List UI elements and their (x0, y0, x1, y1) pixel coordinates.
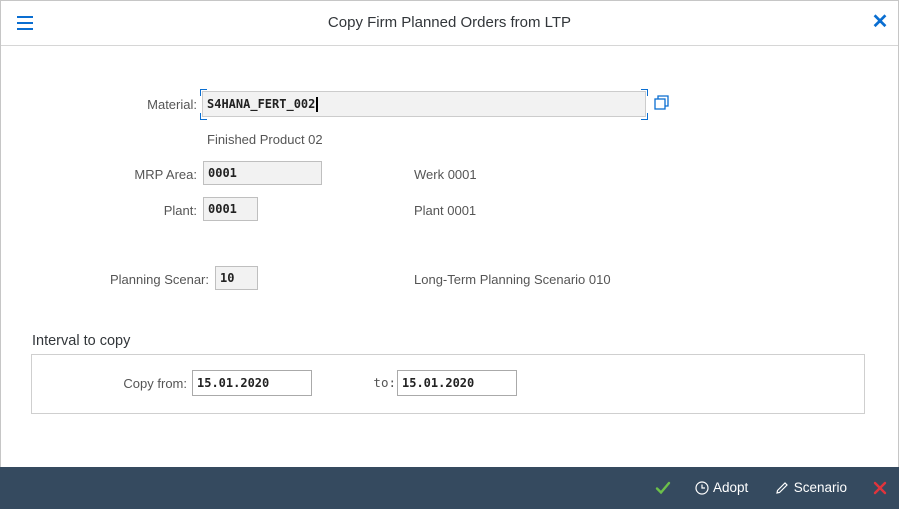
dialog-titlebar: Copy Firm Planned Orders from LTP ✕ (1, 1, 898, 46)
copy-from-input[interactable]: 15.01.2020 (192, 370, 312, 396)
planning-scenario-label: Planning Scenar: (109, 272, 209, 287)
planning-scenario-field[interactable]: 10 (215, 266, 258, 290)
text-cursor (316, 97, 318, 112)
copy-from-label: Copy from: (123, 376, 187, 391)
plant-field[interactable]: 0001 (203, 197, 258, 221)
plant-description: Plant 0001 (414, 203, 477, 218)
plant-label: Plant: (163, 203, 197, 218)
mrp-area-description: Werk 0001 (414, 167, 477, 182)
focus-bracket-top-right (641, 89, 648, 96)
clock-icon (695, 481, 709, 496)
footer-toolbar: Adopt Scenario (0, 467, 899, 509)
close-icon[interactable]: ✕ (868, 10, 892, 34)
scenario-button[interactable]: Scenario (774, 477, 847, 499)
mrp-area-field[interactable]: 0001 (203, 161, 322, 185)
material-input[interactable]: S4HANA_FERT_002 (202, 91, 646, 117)
material-label: Material: (147, 97, 197, 112)
checkmark-icon (655, 482, 671, 495)
dialog-window: Copy Firm Planned Orders from LTP ✕ Mate… (0, 0, 899, 509)
mrp-area-label: MRP Area: (134, 167, 197, 182)
value-help-icon[interactable] (652, 93, 672, 113)
planning-scenario-description: Long-Term Planning Scenario 010 (414, 272, 611, 287)
pencil-icon (776, 482, 788, 495)
adopt-button-label: Adopt (713, 480, 749, 495)
to-label: to: (373, 375, 396, 390)
to-input[interactable]: 15.01.2020 (397, 370, 517, 396)
scenario-button-label: Scenario (793, 480, 848, 495)
adopt-button[interactable]: Adopt (694, 477, 748, 499)
cancel-icon (873, 482, 887, 495)
material-value: S4HANA_FERT_002 (207, 97, 316, 111)
dialog-title: Copy Firm Planned Orders from LTP (327, 14, 572, 31)
cancel-button[interactable] (872, 477, 888, 499)
focus-bracket-top-left (200, 89, 207, 96)
interval-section-title: Interval to copy (32, 333, 131, 349)
confirm-button[interactable] (654, 477, 672, 499)
material-description: Finished Product 02 (207, 132, 323, 147)
focus-bracket-bottom-right (641, 113, 648, 120)
focus-bracket-bottom-left (200, 113, 207, 120)
